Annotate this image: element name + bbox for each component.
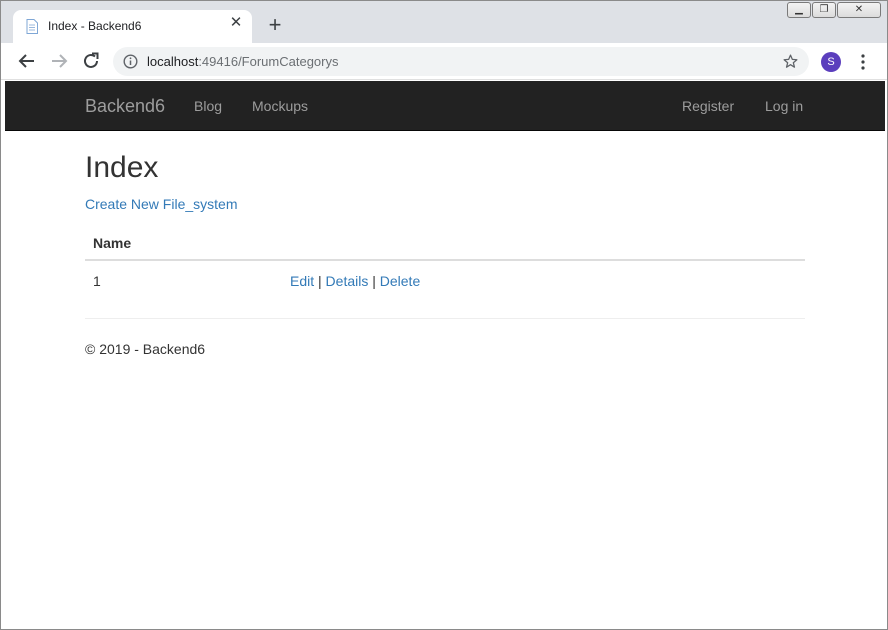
browser-window: Index - Backend6 ✕ + ▁ ❐ ✕ localhost:494… bbox=[0, 0, 888, 630]
plus-icon[interactable]: + bbox=[263, 13, 287, 37]
url-text: localhost:49416/ForumCategorys bbox=[147, 54, 339, 69]
url-host: localhost bbox=[147, 54, 199, 69]
close-icon[interactable]: ✕ bbox=[228, 15, 244, 31]
tab-strip: Index - Backend6 ✕ + ▁ ❐ ✕ bbox=[1, 1, 887, 43]
info-icon[interactable] bbox=[123, 54, 138, 69]
edit-link[interactable]: Edit bbox=[290, 273, 314, 289]
window-controls: ▁ ❐ ✕ bbox=[787, 2, 881, 18]
action-separator: | bbox=[318, 273, 322, 289]
brand-link[interactable]: Backend6 bbox=[85, 96, 165, 117]
restore-icon: ❐ bbox=[819, 4, 829, 15]
action-separator: | bbox=[372, 273, 376, 289]
profile-avatar[interactable]: S bbox=[821, 52, 841, 72]
header-divider bbox=[85, 259, 805, 261]
reload-icon[interactable] bbox=[79, 49, 103, 73]
close-window-button[interactable]: ✕ bbox=[837, 2, 881, 18]
url-path: :49416/ForumCategorys bbox=[198, 54, 339, 69]
footer-divider bbox=[85, 318, 805, 319]
minimize-icon: ▁ bbox=[795, 4, 803, 15]
details-link[interactable]: Details bbox=[326, 273, 369, 289]
delete-link[interactable]: Delete bbox=[380, 273, 420, 289]
tab-title: Index - Backend6 bbox=[48, 19, 142, 33]
star-icon[interactable] bbox=[782, 53, 799, 70]
nav-link-register[interactable]: Register bbox=[682, 98, 734, 114]
address-bar[interactable]: localhost:49416/ForumCategorys bbox=[113, 47, 809, 76]
restore-button[interactable]: ❐ bbox=[812, 2, 836, 18]
page-title: Index bbox=[85, 151, 159, 184]
create-new-link[interactable]: Create New File_system bbox=[85, 196, 238, 212]
nav-link-login[interactable]: Log in bbox=[765, 98, 803, 114]
nav-link-blog[interactable]: Blog bbox=[194, 98, 222, 114]
kebab-menu-icon[interactable] bbox=[855, 53, 871, 71]
footer-text: © 2019 - Backend6 bbox=[85, 341, 206, 357]
forward-arrow-icon[interactable] bbox=[47, 49, 71, 73]
close-window-icon: ✕ bbox=[854, 4, 864, 15]
back-arrow-icon[interactable] bbox=[15, 49, 39, 73]
row-actions: Edit | Details | Delete bbox=[290, 273, 420, 289]
page-icon bbox=[26, 19, 38, 34]
cell-name: 1 bbox=[93, 273, 101, 289]
browser-toolbar: localhost:49416/ForumCategorys S bbox=[1, 43, 887, 80]
minimize-button[interactable]: ▁ bbox=[787, 2, 811, 18]
nav-link-mockups[interactable]: Mockups bbox=[252, 98, 308, 114]
column-header-name: Name bbox=[93, 235, 132, 251]
site-navbar: Backend6 Blog Mockups Register Log in bbox=[5, 81, 885, 131]
tab-index[interactable]: Index - Backend6 ✕ bbox=[13, 10, 252, 43]
